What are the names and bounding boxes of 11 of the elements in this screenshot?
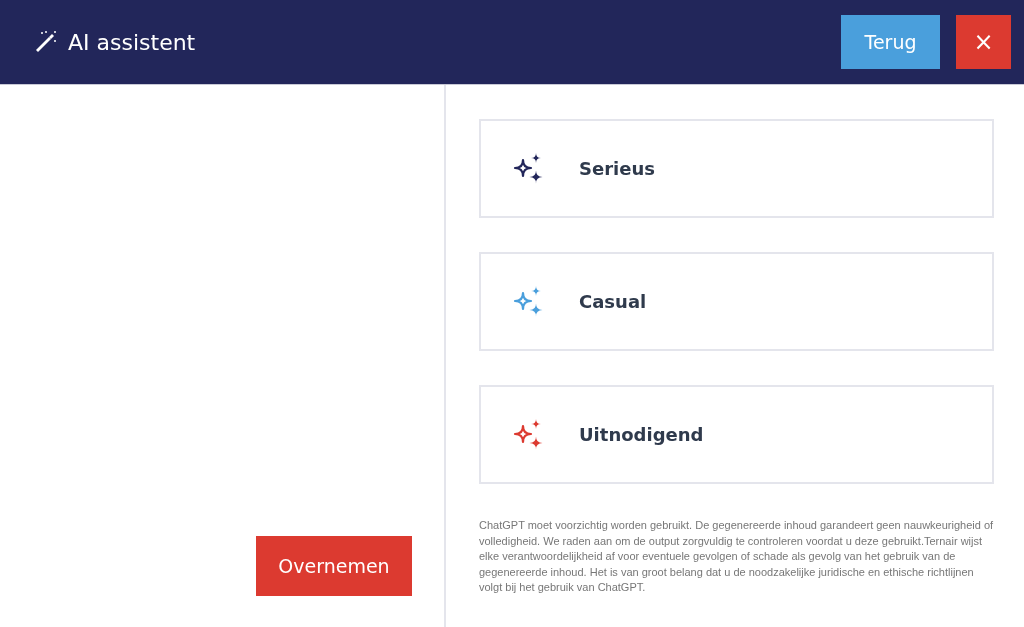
option-label: Casual [579, 291, 647, 312]
close-button[interactable]: × [956, 15, 1011, 69]
option-label: Serieus [579, 158, 655, 179]
window-title: AI assistent [68, 29, 196, 55]
tone-option-card[interactable]: Serieus [479, 119, 994, 218]
disclaimer-text: ChatGPT moet voorzichtig worden gebruikt. De gegenereerde inhoud garandeert geen nauwkeurigheid of volledigheid. We raden aan om de output zorgvuldig te controleren voordat u deze gebruikt.Ternair wijst elke verantwoordelijkheid af voor eventuele gevolgen of schade als gevolg van het gebruik van de gegenereerde inhoud. Het is van groot belang dat u de noodzakelijke juridische en ethische richtlijnen volgt bij het gebruik van ChatGPT. [479, 518, 994, 596]
apply-button[interactable]: Overnemen [256, 536, 412, 596]
option-label: Uitnodigend [579, 424, 704, 445]
magic-wand-icon [34, 30, 58, 54]
tone-option-card[interactable]: Casual [479, 252, 994, 351]
tone-option-card[interactable]: Uitnodigend [479, 385, 994, 484]
